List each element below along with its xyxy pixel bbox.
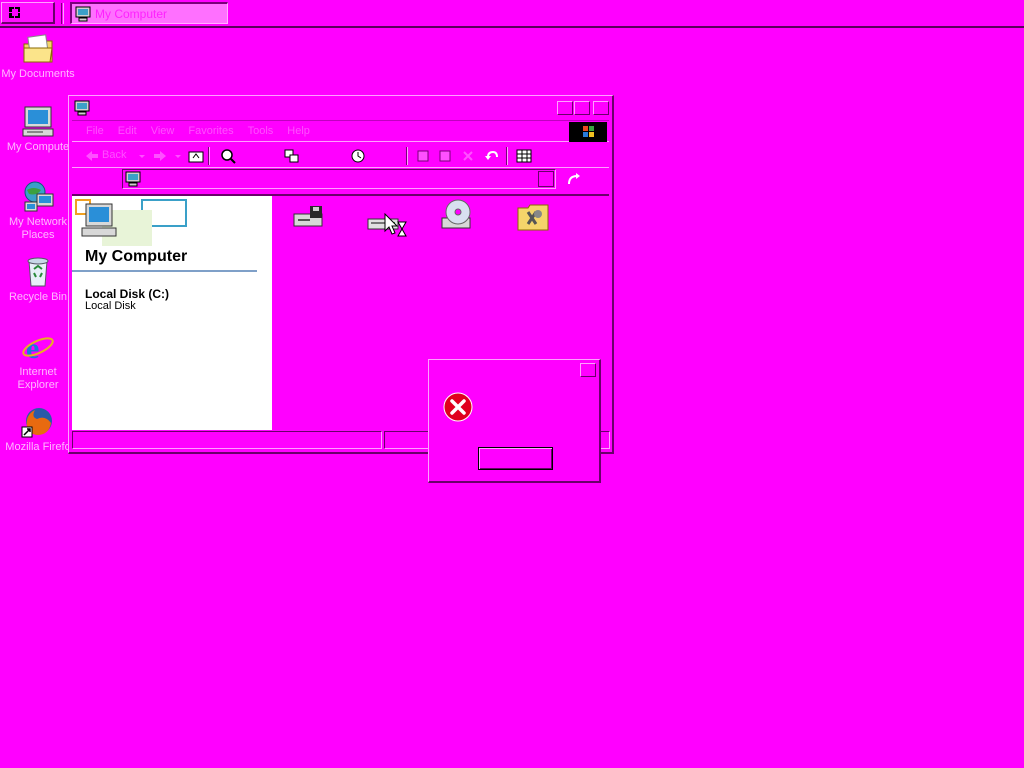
menu-view[interactable]: View — [151, 125, 175, 137]
desktop-icon-recycle-bin[interactable]: Recycle Bin — [0, 255, 76, 304]
close-button[interactable] — [593, 101, 609, 115]
address-bar — [72, 168, 609, 192]
pane-title: My Computer — [85, 248, 188, 265]
minimize-button[interactable] — [557, 101, 573, 115]
desktop-icon-my-documents[interactable]: My Documents — [0, 32, 76, 81]
toolbar-separator — [208, 147, 210, 165]
address-input[interactable] — [122, 169, 556, 189]
drive-floppy[interactable] — [290, 202, 326, 236]
start-button[interactable] — [1, 2, 55, 24]
menu-favorites[interactable]: Favorites — [188, 125, 233, 137]
desktop-icon-firefox[interactable]: Mozilla Firefo — [0, 405, 76, 454]
history-icon[interactable] — [350, 148, 366, 164]
window-titlebar[interactable] — [72, 99, 609, 117]
menu-tools[interactable]: Tools — [248, 125, 274, 137]
drive-cd-rom[interactable] — [440, 198, 476, 232]
my-documents-icon — [23, 34, 53, 63]
desktop-icon-label: My Compute — [6, 141, 70, 153]
delete-icon[interactable] — [460, 148, 476, 164]
standard-toolbar: Back — [72, 144, 609, 168]
my-computer-icon — [22, 106, 54, 137]
firefox-icon — [21, 408, 52, 438]
my-computer-banner-icon — [75, 199, 187, 246]
status-cell-main — [72, 431, 382, 449]
dialog-close-button[interactable] — [580, 363, 596, 377]
menu-edit[interactable]: Edit — [118, 125, 137, 137]
my-computer-icon — [125, 171, 141, 187]
address-dropdown-button[interactable] — [538, 171, 554, 187]
cd-drive-icon — [441, 199, 471, 229]
selected-item-name: Local Disk (C:) — [85, 287, 170, 301]
floppy-drive-icon — [293, 206, 323, 227]
taskbar-item-my-computer[interactable]: My Computer — [70, 2, 228, 24]
toolbar-separator — [406, 147, 408, 165]
selected-item-description: Local Disk — [85, 300, 136, 312]
go-arrow-icon[interactable] — [566, 171, 582, 187]
pane-divider — [72, 270, 257, 272]
control-panel-folder-icon — [517, 204, 549, 231]
desktop-icon-label: Mozilla Firefo — [5, 441, 71, 453]
toolbar-separator — [506, 147, 508, 165]
my-computer-icon — [74, 100, 90, 116]
desktop-icon-label: My Documents — [1, 68, 75, 80]
menu-bar: File Edit View Favorites Tools Help — [72, 120, 609, 142]
desktop-icon-my-computer[interactable]: My Compute — [0, 105, 76, 154]
desktop-icon-label: Recycle Bin — [8, 291, 68, 303]
error-icon — [443, 392, 473, 422]
desktop-icon-internet-explorer[interactable]: e Internet Explorer — [0, 330, 76, 392]
menu-help[interactable]: Help — [287, 125, 310, 137]
dialog-ok-button[interactable] — [478, 447, 553, 470]
copy-to-icon[interactable] — [438, 148, 454, 164]
desktop-icon-label: My Network Places — [8, 216, 68, 241]
maximize-button[interactable] — [574, 101, 590, 115]
windows-logo-icon — [9, 7, 20, 18]
internet-explorer-icon: e — [22, 332, 54, 364]
taskbar-separator — [61, 3, 64, 24]
recycle-bin-icon — [27, 257, 49, 287]
folders-icon[interactable] — [284, 148, 300, 164]
up-folder-icon[interactable] — [188, 148, 204, 164]
details-pane: My Computer Local Disk (C:) Local Disk — [72, 196, 272, 430]
windows-throbber-logo — [569, 122, 607, 142]
my-computer-icon — [75, 6, 91, 21]
error-dialog — [428, 359, 601, 483]
network-places-icon — [24, 181, 54, 212]
control-panel-folder[interactable] — [516, 200, 552, 234]
move-to-icon[interactable] — [416, 148, 432, 164]
forward-arrow-icon[interactable] — [152, 148, 168, 164]
search-icon[interactable] — [220, 148, 236, 164]
menu-file[interactable]: File — [86, 125, 104, 137]
desktop-icon-label: Internet Explorer — [17, 366, 59, 391]
taskbar-item-label: My Computer — [95, 6, 168, 21]
forward-dropdown-icon[interactable] — [170, 148, 186, 164]
svg-text:e: e — [26, 332, 39, 364]
desktop-icon-network-places[interactable]: My Network Places — [0, 180, 76, 242]
views-icon[interactable] — [516, 148, 532, 164]
back-arrow-icon — [84, 148, 100, 164]
back-dropdown-icon[interactable] — [134, 148, 150, 164]
back-button-label[interactable]: Back — [102, 149, 126, 161]
undo-icon[interactable] — [484, 148, 500, 164]
busy-cursor-icon — [384, 213, 407, 237]
taskbar: My Computer — [0, 0, 1024, 28]
